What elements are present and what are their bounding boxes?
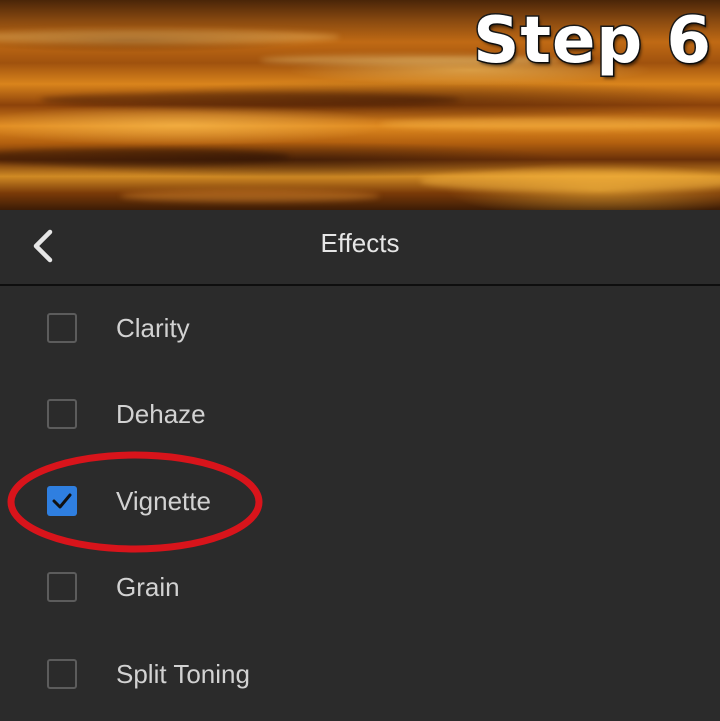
effects-list: Clarity Dehaze Vignette Grain Split Toni… bbox=[0, 286, 720, 721]
step-title: Step 6 bbox=[472, 3, 713, 80]
app-screen: Step 6 Effects Clarity Dehaze Vignette G… bbox=[0, 0, 720, 721]
effect-item-vignette[interactable]: Vignette bbox=[0, 459, 720, 545]
effect-item-split-toning[interactable]: Split Toning bbox=[0, 632, 720, 718]
effects-header: Effects bbox=[0, 210, 720, 284]
split-toning-checkbox[interactable] bbox=[47, 659, 77, 689]
vignette-checkbox[interactable] bbox=[47, 486, 77, 516]
page-title: Effects bbox=[320, 228, 400, 258]
dehaze-checkbox[interactable] bbox=[47, 399, 77, 429]
effect-label: Split Toning bbox=[116, 659, 250, 689]
effect-item-grain[interactable]: Grain bbox=[0, 545, 720, 631]
effect-label: Clarity bbox=[116, 313, 190, 343]
grain-checkbox[interactable] bbox=[47, 572, 77, 602]
clarity-checkbox[interactable] bbox=[47, 313, 77, 343]
effect-label: Dehaze bbox=[116, 399, 206, 429]
effect-label: Vignette bbox=[116, 486, 211, 516]
effect-label: Grain bbox=[116, 572, 180, 602]
effect-item-clarity[interactable]: Clarity bbox=[0, 286, 720, 372]
sunset-photo: Step 6 bbox=[0, 0, 720, 210]
checkmark-icon bbox=[52, 493, 72, 509]
effect-item-dehaze[interactable]: Dehaze bbox=[0, 372, 720, 458]
